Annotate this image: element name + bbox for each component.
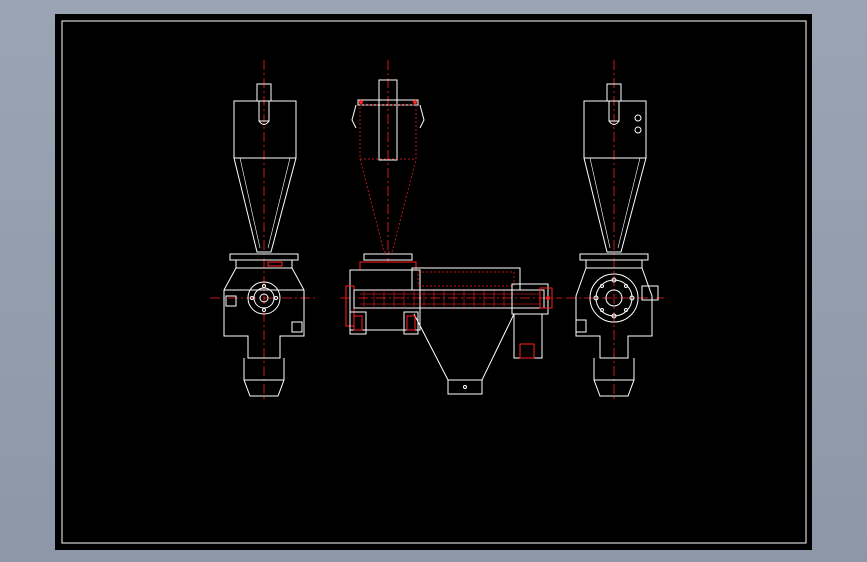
right-view xyxy=(566,60,664,400)
left-view xyxy=(210,60,318,400)
cad-drawing: .w { stroke: #ffffff; fill: none; stroke… xyxy=(61,20,807,544)
front-section-view xyxy=(340,60,562,395)
drawing-sheet: .w { stroke: #ffffff; fill: none; stroke… xyxy=(55,14,812,550)
outer-border xyxy=(61,20,807,544)
